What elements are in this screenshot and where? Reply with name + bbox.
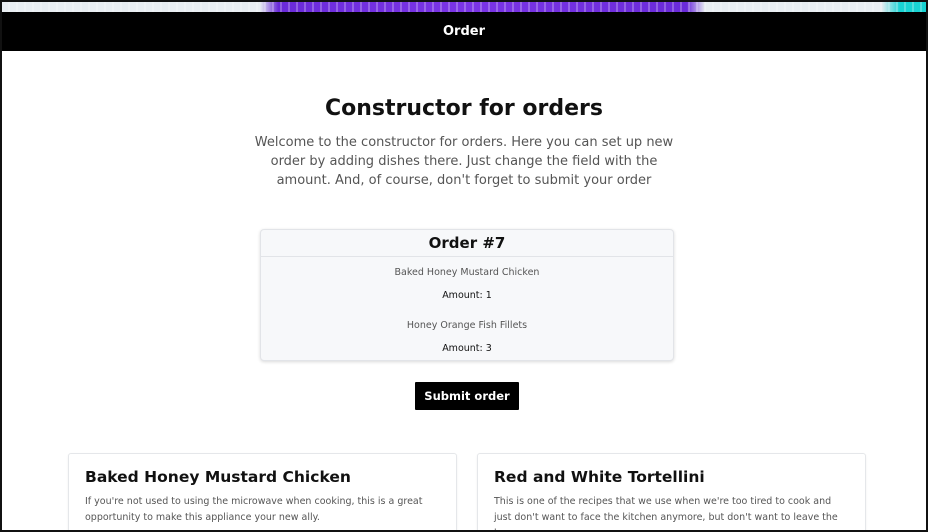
order-item-amount: Amount: 3 [442, 343, 492, 354]
dish-card-title: Red and White Tortellini [494, 468, 705, 486]
top-banner-image [0, 0, 928, 12]
order-item-amount: Amount: 1 [442, 290, 492, 301]
dish-card[interactable]: Baked Honey Mustard Chicken If you're no… [68, 453, 457, 532]
order-item-dish: Honey Orange Fish Fillets [406, 320, 528, 331]
dish-card-description: This is one of the recipes that we use w… [494, 496, 838, 532]
page-description: Welcome to the constructor for orders. H… [254, 135, 674, 188]
page-title: Constructor for orders [325, 96, 603, 121]
order-summary-card: Order #7 Baked Honey Mustard Chicken Amo… [260, 229, 674, 361]
dish-card-description: If you're not used to using the microwav… [85, 496, 423, 523]
dish-card[interactable]: Red and White Tortellini This is one of … [477, 453, 866, 532]
order-item-dish: Baked Honey Mustard Chicken [394, 267, 540, 278]
order-title: Order #7 [261, 230, 673, 257]
order-item: Baked Honey Mustard Chicken Amount: 1 [261, 267, 673, 301]
nav-title-order[interactable]: Order [443, 24, 485, 39]
dish-card-title: Baked Honey Mustard Chicken [85, 468, 351, 486]
hero-section: Constructor for orders Welcome to the co… [0, 96, 928, 190]
order-item: Honey Orange Fish Fillets Amount: 3 [261, 320, 673, 354]
navbar: Order [0, 12, 928, 51]
submit-order-button[interactable]: Submit order [415, 382, 519, 410]
